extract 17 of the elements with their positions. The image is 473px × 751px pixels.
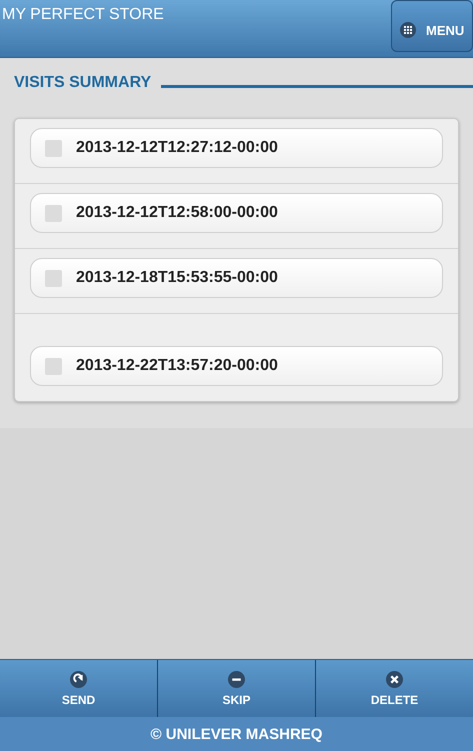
menu-button[interactable]: MENU: [391, 0, 473, 52]
checkbox[interactable]: [45, 204, 62, 222]
checkbox[interactable]: [45, 358, 62, 374]
visit-item[interactable]: 2013-12-12T12:27:12-00:00: [30, 128, 443, 168]
section-title: VISITS SUMMARY: [14, 74, 152, 92]
checkbox[interactable]: [45, 140, 62, 156]
checkbox[interactable]: [45, 270, 62, 286]
app-title: MY PERFECT STORE: [1, 5, 164, 24]
visit-item[interactable]: 2013-12-18T15:53:55-00:00: [30, 258, 443, 298]
visit-item[interactable]: 2013-12-22T13:57:20-00:00: [30, 346, 443, 386]
close-icon: [386, 670, 403, 688]
minus-icon: [228, 670, 245, 688]
visit-item[interactable]: 2013-12-12T12:58:00-00:00: [30, 193, 443, 233]
redo-icon: [70, 670, 87, 688]
delete-button[interactable]: DELETE: [316, 660, 473, 717]
copyright-text: © UNILEVER MASHREQ: [150, 726, 322, 742]
grid-icon: [400, 22, 416, 38]
